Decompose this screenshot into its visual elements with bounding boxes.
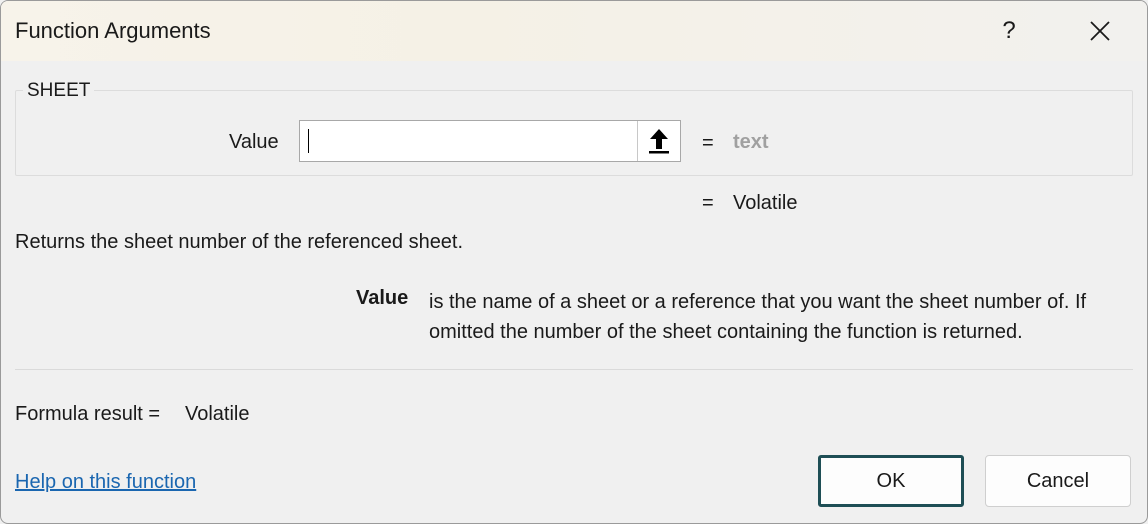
argument-help-name: Value — [356, 287, 409, 309]
help-on-function-link[interactable]: Help on this function — [15, 471, 196, 494]
value-argument-input[interactable] — [299, 120, 681, 162]
function-name-label: SHEET — [23, 80, 95, 102]
formula-result-value: Volatile — [185, 403, 250, 425]
formula-result-label: Formula result = — [15, 403, 161, 425]
argument-help-text: is the name of a sheet or a reference th… — [429, 291, 1087, 343]
title-bar: Function Arguments ? — [1, 1, 1147, 61]
cancel-button[interactable]: Cancel — [985, 455, 1131, 507]
dialog-title: Function Arguments — [15, 18, 211, 43]
question-mark-icon: ? — [1002, 17, 1016, 44]
close-icon — [1090, 21, 1110, 41]
argument-label-value: Value — [229, 131, 279, 153]
text-caret — [308, 129, 309, 153]
ok-button[interactable]: OK — [818, 455, 964, 507]
argument-equals-sign: = — [702, 132, 714, 154]
function-result-value: Volatile — [733, 192, 798, 214]
close-button[interactable] — [1078, 11, 1122, 51]
up-arrow-icon — [649, 129, 669, 154]
function-arguments-dialog: Function Arguments ? SHEET Value = text … — [0, 0, 1148, 524]
collapse-dialog-button[interactable] — [637, 121, 680, 161]
function-result-equals-sign: = — [702, 192, 714, 214]
argument-result-preview: text — [733, 131, 769, 153]
divider — [15, 369, 1133, 370]
function-description: Returns the sheet number of the referenc… — [15, 231, 464, 253]
help-button[interactable]: ? — [987, 11, 1031, 51]
